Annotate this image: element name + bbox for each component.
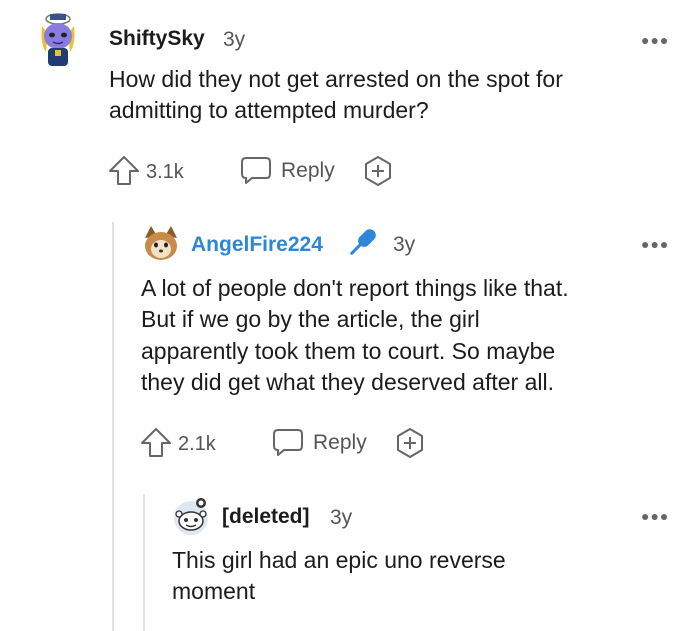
thread-line[interactable]	[143, 494, 145, 631]
award-icon[interactable]	[394, 427, 426, 459]
reply-label: Reply	[313, 431, 367, 454]
comment-body-line: This girl had an epic uno reverse	[172, 547, 506, 573]
upvote-button[interactable]: 2.1k	[140, 426, 240, 460]
avatar[interactable]	[36, 10, 80, 68]
more-icon[interactable]: ●●●	[641, 236, 669, 252]
avatar-angelfire224	[145, 226, 177, 260]
avatar[interactable]	[141, 224, 181, 262]
timestamp: 3y	[223, 28, 246, 51]
comment-body-line: moment	[172, 578, 256, 604]
more-icon[interactable]: ●●●	[641, 32, 669, 48]
upvote-count: 2.1k	[178, 433, 216, 455]
upvote-button[interactable]: 3.1k	[108, 154, 208, 188]
comment-body-line: apparently took them to court. So maybe	[141, 338, 556, 364]
username[interactable]: ShiftySky	[109, 27, 205, 51]
avatar-deleted	[174, 498, 208, 535]
username[interactable]: [deleted]	[222, 505, 310, 529]
comment-body-line: admitting to attempted murder?	[109, 97, 429, 123]
reply-icon	[273, 429, 303, 456]
username[interactable]: AngelFire224	[191, 233, 323, 257]
comment-body-line: A lot of people don't report things like…	[141, 275, 569, 301]
reply-icon	[241, 157, 271, 184]
reply-label: Reply	[281, 159, 335, 182]
thread-line[interactable]	[112, 222, 114, 631]
upvote-count: 3.1k	[146, 161, 184, 183]
comment-body-line: But if we go by the article, the girl	[141, 306, 480, 332]
upvote-icon	[109, 156, 139, 185]
comment-body-line: How did they not get arrested on the spo…	[109, 66, 563, 92]
avatar[interactable]	[171, 497, 211, 537]
reply-button[interactable]: Reply	[272, 426, 382, 460]
upvote-icon	[141, 428, 171, 457]
reply-button[interactable]: Reply	[240, 154, 350, 188]
more-icon[interactable]: ●●●	[641, 508, 669, 524]
mic-icon	[350, 229, 376, 255]
timestamp: 3y	[393, 233, 416, 256]
comment-body-line: they did get what they deserved after al…	[141, 369, 554, 395]
avatar-shiftysky	[41, 13, 75, 66]
award-icon[interactable]	[362, 155, 394, 187]
timestamp: 3y	[330, 506, 353, 529]
